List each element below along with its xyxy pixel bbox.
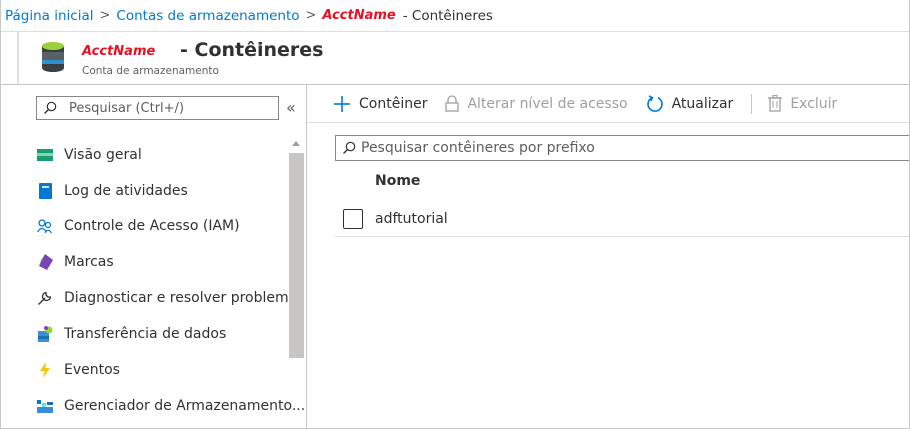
- lightning-icon: [37, 362, 53, 378]
- sidebar-item-label: Transferência de dados: [64, 326, 227, 342]
- sidebar-item-events[interactable]: Eventos: [37, 356, 285, 384]
- plus-icon: [334, 95, 350, 112]
- sidebar-item-diagnose[interactable]: Diagnosticar e resolver problemas: [37, 284, 305, 312]
- toolbar-divider: [751, 93, 753, 114]
- add-container-label: Contêiner: [359, 95, 428, 112]
- breadcrumb: Página inicial > Contas de armazenamento…: [1, 0, 909, 32]
- overview-icon: [37, 147, 53, 163]
- table-row[interactable]: adftutorial: [335, 201, 909, 237]
- container-search-input[interactable]: Pesquisar contêineres por prefixo: [335, 135, 909, 161]
- storage-explorer-icon: [37, 398, 53, 414]
- sidebar-item-label: Controle de Acesso (IAM): [64, 218, 240, 234]
- sidebar-item-label: Diagnosticar e resolver problemas: [64, 290, 305, 306]
- command-bar: Contêiner Alterar nível de acesso Atuali…: [307, 85, 909, 123]
- page-title: - Contêineres: [180, 39, 324, 61]
- add-container-button[interactable]: Contêiner: [333, 95, 427, 113]
- lock-icon: [445, 95, 460, 112]
- page-header: AcctName - Contêineres Conta de armazena…: [1, 32, 909, 84]
- sidebar-item-label: Marcas: [64, 254, 114, 270]
- sidebar-item-label: Log de atividades: [64, 183, 188, 199]
- sidebar-item-storage-explorer[interactable]: Gerenciador de Armazenamento...: [37, 392, 305, 420]
- refresh-icon: [646, 94, 663, 112]
- breadcrumb-current: - Contêineres: [402, 7, 493, 24]
- sidebar: Pesquisar (Ctrl+/) « Visão geral Log de …: [1, 84, 307, 428]
- column-header-name[interactable]: Nome: [375, 173, 420, 189]
- container-search-placeholder: Pesquisar contêineres por prefixo: [361, 140, 595, 156]
- tags-icon: [37, 254, 53, 270]
- change-access-level-label: Alterar nível de acesso: [467, 95, 628, 112]
- breadcrumb-account-name[interactable]: AcctName: [322, 8, 395, 23]
- breadcrumb-storage-accounts-link[interactable]: Contas de armazenamento: [116, 8, 299, 24]
- sidebar-scrollbar[interactable]: [288, 137, 304, 429]
- storage-account-icon: [42, 42, 64, 72]
- sidebar-item-activity-log[interactable]: Log de atividades: [37, 177, 285, 205]
- scrollbar-thumb[interactable]: [289, 153, 304, 358]
- sidebar-item-iam[interactable]: Controle de Acesso (IAM): [37, 212, 285, 240]
- change-access-level-button[interactable]: Alterar nível de acesso: [445, 95, 628, 112]
- search-icon: [44, 101, 57, 114]
- sidebar-item-label: Eventos: [64, 362, 120, 378]
- row-checkbox[interactable]: [343, 208, 363, 229]
- breadcrumb-separator-icon: >: [99, 8, 111, 23]
- breadcrumb-home-link[interactable]: Página inicial: [5, 8, 94, 24]
- sidebar-search-placeholder: Pesquisar (Ctrl+/): [69, 100, 185, 116]
- data-transfer-icon: [37, 326, 53, 342]
- delete-label: Excluir: [790, 95, 838, 112]
- sidebar-item-overview[interactable]: Visão geral: [37, 141, 285, 169]
- breadcrumb-separator-icon: >: [305, 8, 317, 23]
- refresh-button[interactable]: Atualizar: [646, 94, 734, 113]
- sidebar-item-label: Visão geral: [64, 147, 142, 163]
- sidebar-item-data-transfer[interactable]: Transferência de dados: [37, 320, 285, 348]
- wrench-icon: [37, 290, 53, 306]
- main-content: Contêiner Alterar nível de acesso Atuali…: [307, 84, 909, 428]
- search-icon: [343, 141, 356, 154]
- sidebar-item-label: Gerenciador de Armazenamento...: [64, 398, 306, 414]
- delete-button[interactable]: Excluir: [768, 95, 837, 112]
- container-name[interactable]: adftutorial: [375, 211, 448, 227]
- iam-icon: [37, 218, 53, 234]
- scroll-up-arrow-icon[interactable]: [292, 141, 300, 146]
- page-subtitle: Conta de armazenamento: [82, 65, 219, 77]
- sidebar-item-tags[interactable]: Marcas: [37, 248, 285, 276]
- refresh-label: Atualizar: [671, 95, 734, 112]
- header-divider: [17, 32, 19, 84]
- portal-frame: Página inicial > Contas de armazenamento…: [0, 0, 910, 429]
- collapse-sidebar-button[interactable]: «: [286, 98, 296, 117]
- trash-icon: [768, 95, 783, 112]
- activity-log-icon: [37, 183, 53, 199]
- header-account-name: AcctName: [82, 44, 156, 59]
- sidebar-search-input[interactable]: Pesquisar (Ctrl+/): [36, 96, 279, 120]
